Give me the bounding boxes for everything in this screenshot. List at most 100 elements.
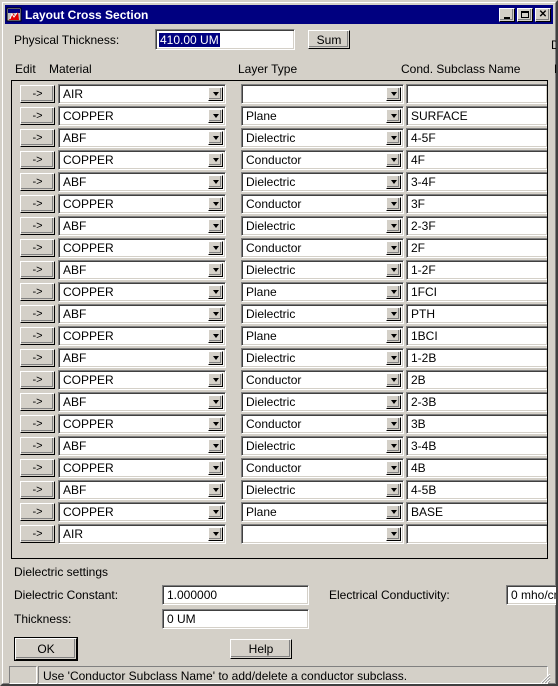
title-bar[interactable]: Layout Cross Section ✕ [5,5,553,24]
material-combobox[interactable]: ABF [58,172,226,192]
edit-row-button[interactable]: -> [20,415,55,433]
cond-subclass-name-input[interactable]: 2B [406,370,547,390]
chevron-down-icon[interactable] [208,351,223,365]
edit-row-button[interactable]: -> [20,239,55,257]
cond-subclass-name-input[interactable]: 4-5B [406,480,547,500]
edit-row-button[interactable]: -> [20,261,55,279]
close-icon[interactable]: ✕ [535,7,551,22]
material-combobox[interactable]: ABF [58,392,226,412]
sum-button[interactable]: Sum [308,30,350,49]
layer-type-combobox[interactable]: Dielectric [241,216,404,236]
chevron-down-icon[interactable] [208,197,223,211]
layer-type-combobox[interactable]: Dielectric [241,436,404,456]
edit-row-button[interactable]: -> [20,481,55,499]
resize-grip-icon[interactable] [539,672,551,684]
edit-row-button[interactable]: -> [20,393,55,411]
chevron-down-icon[interactable] [386,439,401,453]
physical-thickness-input[interactable]: 410.00 UM [155,29,295,50]
chevron-down-icon[interactable] [386,505,401,519]
material-combobox[interactable]: ABF [58,480,226,500]
material-combobox[interactable]: AIR [58,84,226,104]
chevron-down-icon[interactable] [208,153,223,167]
chevron-down-icon[interactable] [386,285,401,299]
cond-subclass-name-input[interactable]: 3F [406,194,547,214]
cond-subclass-name-input[interactable]: 2-3F [406,216,547,236]
cond-subclass-name-input[interactable]: 1-2B [406,348,547,368]
material-combobox[interactable]: COPPER [58,106,226,126]
chevron-down-icon[interactable] [386,329,401,343]
edit-row-button[interactable]: -> [20,217,55,235]
chevron-down-icon[interactable] [208,417,223,431]
cond-subclass-name-input[interactable]: 1FCI [406,282,547,302]
material-combobox[interactable]: COPPER [58,238,226,258]
chevron-down-icon[interactable] [386,153,401,167]
edit-row-button[interactable]: -> [20,525,55,543]
chevron-down-icon[interactable] [386,219,401,233]
edit-row-button[interactable]: -> [20,129,55,147]
chevron-down-icon[interactable] [208,461,223,475]
thickness-input[interactable]: 0 UM [162,609,309,629]
material-combobox[interactable]: ABF [58,348,226,368]
edit-row-button[interactable]: -> [20,85,55,103]
cond-subclass-name-input[interactable]: 3B [406,414,547,434]
chevron-down-icon[interactable] [386,241,401,255]
layer-type-combobox[interactable]: Plane [241,282,404,302]
material-combobox[interactable]: COPPER [58,458,226,478]
material-combobox[interactable]: ABF [58,260,226,280]
maximize-icon[interactable] [517,7,533,22]
cond-subclass-name-input[interactable]: 1BCI [406,326,547,346]
cond-subclass-name-input[interactable]: 4F [406,150,547,170]
edit-row-button[interactable]: -> [20,151,55,169]
cond-subclass-name-input[interactable]: 1-2F [406,260,547,280]
edit-row-button[interactable]: -> [20,349,55,367]
cond-subclass-name-input[interactable] [406,84,547,104]
layer-type-combobox[interactable]: Dielectric [241,480,404,500]
chevron-down-icon[interactable] [386,483,401,497]
ok-button[interactable]: OK [14,637,78,661]
chevron-down-icon[interactable] [386,351,401,365]
material-combobox[interactable]: COPPER [58,282,226,302]
chevron-down-icon[interactable] [208,527,223,541]
edit-row-button[interactable]: -> [20,107,55,125]
edit-row-button[interactable]: -> [20,503,55,521]
chevron-down-icon[interactable] [386,131,401,145]
layer-type-combobox[interactable] [241,524,404,544]
chevron-down-icon[interactable] [208,285,223,299]
material-combobox[interactable]: ABF [58,216,226,236]
chevron-down-icon[interactable] [208,131,223,145]
chevron-down-icon[interactable] [386,373,401,387]
chevron-down-icon[interactable] [208,505,223,519]
chevron-down-icon[interactable] [386,175,401,189]
help-button[interactable]: Help [230,639,292,659]
dielectric-constant-input[interactable]: 1.000000 [162,585,309,605]
layer-type-combobox[interactable]: Conductor [241,238,404,258]
chevron-down-icon[interactable] [208,307,223,321]
cond-subclass-name-input[interactable]: 4-5F [406,128,547,148]
chevron-down-icon[interactable] [208,395,223,409]
chevron-down-icon[interactable] [208,175,223,189]
layer-type-combobox[interactable]: Conductor [241,414,404,434]
material-combobox[interactable]: ABF [58,436,226,456]
chevron-down-icon[interactable] [208,439,223,453]
layer-type-combobox[interactable]: Dielectric [241,260,404,280]
chevron-down-icon[interactable] [386,263,401,277]
material-combobox[interactable]: COPPER [58,326,226,346]
layer-type-combobox[interactable]: Conductor [241,458,404,478]
chevron-down-icon[interactable] [208,87,223,101]
cond-subclass-name-input[interactable]: 3-4F [406,172,547,192]
layer-type-combobox[interactable]: Conductor [241,370,404,390]
layer-type-combobox[interactable]: Dielectric [241,392,404,412]
layer-type-combobox[interactable]: Dielectric [241,172,404,192]
material-combobox[interactable]: COPPER [58,414,226,434]
edit-row-button[interactable]: -> [20,371,55,389]
layer-type-combobox[interactable]: Conductor [241,194,404,214]
chevron-down-icon[interactable] [386,197,401,211]
layer-type-combobox[interactable]: Plane [241,106,404,126]
cond-subclass-name-input[interactable]: 2-3B [406,392,547,412]
layer-type-combobox[interactable]: Plane [241,326,404,346]
chevron-down-icon[interactable] [208,109,223,123]
layer-type-combobox[interactable] [241,84,404,104]
chevron-down-icon[interactable] [386,109,401,123]
cond-subclass-name-input[interactable]: SURFACE [406,106,547,126]
chevron-down-icon[interactable] [208,241,223,255]
